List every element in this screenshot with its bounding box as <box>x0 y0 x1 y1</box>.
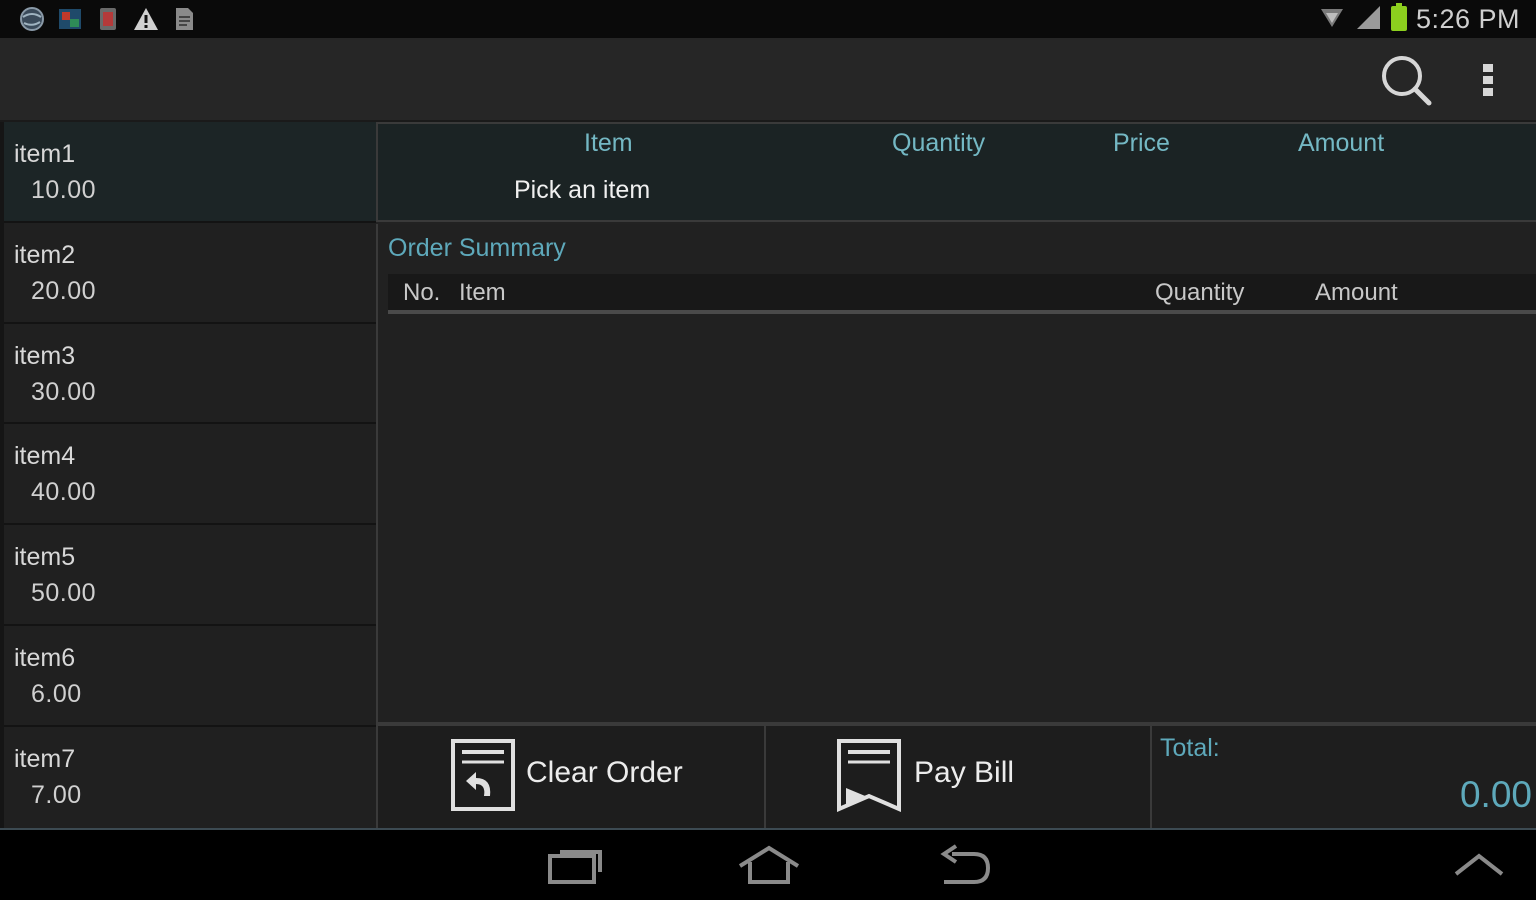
list-item[interactable]: item7 7.00 <box>4 726 376 828</box>
wifi-icon <box>1318 3 1346 36</box>
column-header-price: Price <box>1113 129 1170 157</box>
list-item[interactable]: item5 50.00 <box>4 525 376 626</box>
list-item[interactable]: item3 30.00 <box>4 323 376 425</box>
total-display: Total: 0.00 <box>1152 726 1536 828</box>
pay-bill-label: Pay Bill <box>914 756 1015 789</box>
clear-order-icon <box>450 738 516 812</box>
system-status: 5:26 PM <box>1318 2 1520 37</box>
back-icon <box>930 844 1000 894</box>
item-name: item1 <box>14 140 76 168</box>
pay-bill-button[interactable]: Pay Bill <box>766 726 1150 828</box>
status-time: 5:26 PM <box>1415 3 1520 34</box>
globe-icon <box>18 5 46 33</box>
summary-column-no: No. <box>403 279 441 306</box>
item-price: 40.00 <box>31 478 97 507</box>
search-button[interactable] <box>1372 50 1438 110</box>
item-name: item7 <box>14 744 76 773</box>
recent-apps-icon <box>540 850 610 894</box>
signal-icon <box>1354 3 1382 36</box>
status-bar: 5:26 PM <box>0 0 1536 38</box>
order-summary-title: Order Summary <box>388 234 566 262</box>
summary-column-item: Item <box>459 279 506 306</box>
total-value: 0.00 <box>1459 774 1532 815</box>
navigation-bar <box>0 828 1536 900</box>
recent-apps-button[interactable] <box>540 842 610 890</box>
list-item[interactable]: item1 10.00 <box>4 122 376 223</box>
list-item[interactable]: item6 6.00 <box>4 625 376 727</box>
overflow-menu-button[interactable] <box>1470 52 1506 108</box>
item-name: item2 <box>14 240 76 269</box>
notification-icons <box>18 5 198 33</box>
pick-item-prompt[interactable]: Pick an item <box>514 176 650 205</box>
document-icon <box>170 5 198 33</box>
column-header-item: Item <box>584 129 633 157</box>
item-list: item1 10.00 item2 20.00 item3 30.00 item… <box>0 122 376 828</box>
action-bar <box>0 38 1536 122</box>
column-header-amount: Amount <box>1298 129 1385 157</box>
item-price: 30.00 <box>31 377 97 406</box>
item-name: item3 <box>14 341 76 370</box>
battery-icon <box>1390 2 1408 37</box>
menu-up-icon <box>1444 853 1514 894</box>
column-header-quantity: Quantity <box>892 129 986 157</box>
list-item[interactable]: item2 20.00 <box>4 222 376 324</box>
order-summary-header: No. Item Quantity Amount <box>388 274 1536 314</box>
back-button[interactable] <box>930 842 1000 890</box>
app-window: 5:26 PM item1 10.00 item2 20.00 item3 30… <box>0 0 1536 900</box>
order-summary-panel: Order Summary No. Item Quantity Amount <box>376 224 1536 722</box>
search-icon <box>1372 56 1438 114</box>
item-price: 6.00 <box>31 679 82 708</box>
list-item[interactable]: item4 40.00 <box>4 424 376 526</box>
image-icon <box>56 5 84 33</box>
warning-icon <box>132 5 160 33</box>
home-button[interactable] <box>734 842 804 890</box>
item-price: 20.00 <box>31 276 97 305</box>
item-name: item6 <box>14 643 76 672</box>
item-price: 50.00 <box>31 579 97 608</box>
item-name: item4 <box>14 442 76 471</box>
item-price: 10.00 <box>31 176 97 204</box>
order-entry-panel: Item Quantity Price Amount Pick an item <box>376 122 1536 222</box>
menu-up-button[interactable] <box>1444 842 1514 890</box>
clear-order-label: Clear Order <box>526 756 683 789</box>
pay-bill-icon <box>836 738 902 813</box>
overflow-menu-icon <box>1470 64 1506 112</box>
app-icon <box>94 5 122 33</box>
item-price: 7.00 <box>31 780 82 809</box>
total-label: Total: <box>1160 734 1220 762</box>
summary-column-amount: Amount <box>1315 279 1398 306</box>
summary-column-quantity: Quantity <box>1155 279 1245 306</box>
item-name: item5 <box>14 543 76 572</box>
bottom-action-bar: Clear Order Pay Bill Total: 0.00 <box>376 722 1536 828</box>
home-icon <box>734 845 804 894</box>
clear-order-button[interactable]: Clear Order <box>378 726 764 828</box>
